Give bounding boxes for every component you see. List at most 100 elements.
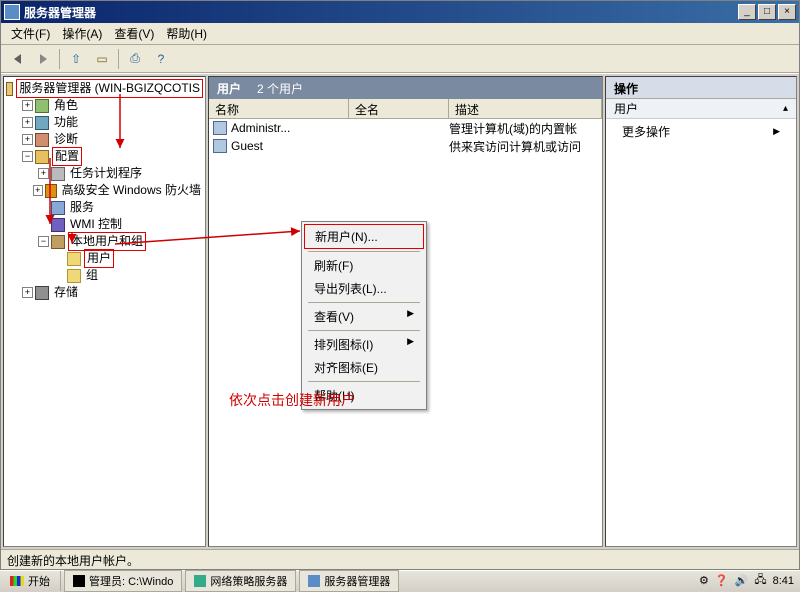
firewall-icon [45, 184, 57, 198]
cmd-icon [73, 575, 85, 587]
menu-export-list[interactable]: 导出列表(L)... [304, 277, 424, 300]
taskbar-item[interactable]: 服务器管理器 [299, 570, 399, 592]
list-item[interactable]: Administr... 管理计算机(域)的内置帐 [209, 119, 602, 137]
column-headers: 名称 全名 描述 [209, 99, 602, 119]
content-title: 用户 [217, 80, 241, 97]
expander-icon[interactable]: + [22, 100, 33, 111]
tree-configuration[interactable]: − 配置 [6, 148, 203, 165]
expander-icon[interactable]: − [38, 236, 49, 247]
tray-network-icon[interactable]: 🖧 [754, 571, 766, 590]
toolbar-separator [118, 49, 119, 69]
menu-refresh[interactable]: 刷新(F) [304, 254, 424, 277]
tree-roles[interactable]: + 角色 [6, 97, 203, 114]
server-icon [6, 82, 13, 96]
toolbar-help-button[interactable]: ? [149, 48, 173, 70]
toolbar-export-button[interactable]: ⎙ [123, 48, 147, 70]
tree-wmi[interactable]: WMI 控制 [6, 216, 203, 233]
tree-task-scheduler[interactable]: + 任务计划程序 [6, 165, 203, 182]
menu-separator [308, 302, 420, 303]
tree-features[interactable]: + 功能 [6, 114, 203, 131]
nav-forward-button[interactable] [31, 48, 55, 70]
tray-icon[interactable]: 🔊 [735, 574, 749, 587]
tree-groups[interactable]: 组 [6, 267, 203, 284]
server-manager-icon [308, 575, 320, 587]
user-icon [213, 121, 227, 135]
tree-services[interactable]: 服务 [6, 199, 203, 216]
start-button[interactable]: 开始 [0, 571, 61, 591]
context-menu: 新用户(N)... 刷新(F) 导出列表(L)... 查看(V)▶ 排列图标(I… [301, 221, 427, 410]
menu-new-user[interactable]: 新用户(N)... [304, 224, 424, 249]
menu-separator [308, 251, 420, 252]
status-bar: 创建新的本地用户帐户。 [1, 549, 799, 569]
content-header: 用户 2 个用户 [209, 77, 602, 99]
menu-file[interactable]: 文件(F) [5, 23, 56, 44]
navigation-tree: 服务器管理器 (WIN-BGIZQCOTIS + 角色 + 功能 + 诊断 [4, 77, 205, 546]
nav-back-button[interactable] [5, 48, 29, 70]
tray-icon[interactable]: ❓ [715, 574, 729, 587]
features-icon [35, 116, 49, 130]
list-item[interactable]: Guest 供来宾访问计算机或访问 [209, 137, 602, 155]
menu-bar: 文件(F) 操作(A) 查看(V) 帮助(H) [1, 23, 799, 45]
col-desc[interactable]: 描述 [449, 99, 602, 118]
toolbar-properties-button[interactable]: ▭ [90, 48, 114, 70]
toolbar-up-button[interactable]: ⇧ [64, 48, 88, 70]
menu-separator [308, 381, 420, 382]
windows-logo-icon [10, 576, 24, 586]
app-icon [4, 4, 20, 20]
menu-arrange-icons[interactable]: 排列图标(I)▶ [304, 333, 424, 356]
tree-storage[interactable]: + 存储 [6, 284, 203, 301]
tree-root-label: 服务器管理器 (WIN-BGIZQCOTIS [16, 79, 203, 98]
folder-icon [67, 252, 81, 266]
wmi-icon [51, 218, 65, 232]
col-fullname[interactable]: 全名 [349, 99, 449, 118]
tree-users[interactable]: 用户 [6, 250, 203, 267]
storage-icon [35, 286, 49, 300]
system-tray: ⚙ ❓ 🔊 🖧 8:41 [693, 569, 800, 592]
expander-icon[interactable]: + [22, 134, 33, 145]
menu-align-icons[interactable]: 对齐图标(E) [304, 356, 424, 379]
tree-firewall[interactable]: + 高级安全 Windows 防火墙 [6, 182, 203, 199]
expander-icon[interactable]: + [22, 287, 33, 298]
chevron-up-icon[interactable]: ▴ [783, 103, 788, 114]
configuration-icon [35, 150, 49, 164]
window-title: 服务器管理器 [24, 4, 738, 21]
expander-icon[interactable]: + [22, 117, 33, 128]
taskbar-item[interactable]: 管理员: C:\Windo [64, 570, 182, 592]
toolbar: ⇧ ▭ ⎙ ? [1, 45, 799, 73]
toolbar-separator [59, 49, 60, 69]
menu-separator [308, 330, 420, 331]
col-name[interactable]: 名称 [209, 99, 349, 118]
clock[interactable]: 8:41 [773, 575, 794, 587]
chevron-right-icon: ▶ [773, 126, 780, 137]
task-scheduler-icon [51, 167, 65, 181]
tree-local-users-groups[interactable]: − 本地用户和组 [6, 233, 203, 250]
actions-panel: 操作 用户 ▴ 更多操作 ▶ [605, 76, 797, 547]
content-count: 2 个用户 [257, 80, 303, 97]
expander-icon[interactable]: + [33, 185, 43, 196]
more-actions-item[interactable]: 更多操作 ▶ [606, 119, 796, 144]
tree-panel: 服务器管理器 (WIN-BGIZQCOTIS + 角色 + 功能 + 诊断 [3, 76, 206, 547]
services-icon [51, 201, 65, 215]
taskbar: 开始 管理员: C:\Windo 网络策略服务器 服务器管理器 ⚙ ❓ 🔊 🖧 … [0, 570, 800, 590]
minimize-button[interactable]: _ [738, 4, 756, 20]
tree-root[interactable]: 服务器管理器 (WIN-BGIZQCOTIS [6, 80, 203, 97]
menu-view[interactable]: 查看(V)▶ [304, 305, 424, 328]
actions-header: 操作 [606, 77, 796, 99]
menu-view[interactable]: 查看(V) [108, 23, 160, 44]
annotation-text: 依次点击创建新用户 [229, 390, 355, 410]
menu-help[interactable]: 帮助(H) [160, 23, 213, 44]
user-icon [213, 139, 227, 153]
actions-subheader: 用户 ▴ [606, 99, 796, 119]
folder-icon [67, 269, 81, 283]
expander-icon[interactable]: − [22, 151, 33, 162]
tray-icon[interactable]: ⚙ [699, 574, 709, 587]
tree-diagnostics[interactable]: + 诊断 [6, 131, 203, 148]
close-button[interactable]: × [778, 4, 796, 20]
title-bar: 服务器管理器 _ □ × [1, 1, 799, 23]
menu-action[interactable]: 操作(A) [56, 23, 108, 44]
expander-icon[interactable]: + [38, 168, 49, 179]
maximize-button[interactable]: □ [758, 4, 776, 20]
taskbar-item[interactable]: 网络策略服务器 [185, 570, 296, 592]
nps-icon [194, 575, 206, 587]
diagnostics-icon [35, 133, 49, 147]
